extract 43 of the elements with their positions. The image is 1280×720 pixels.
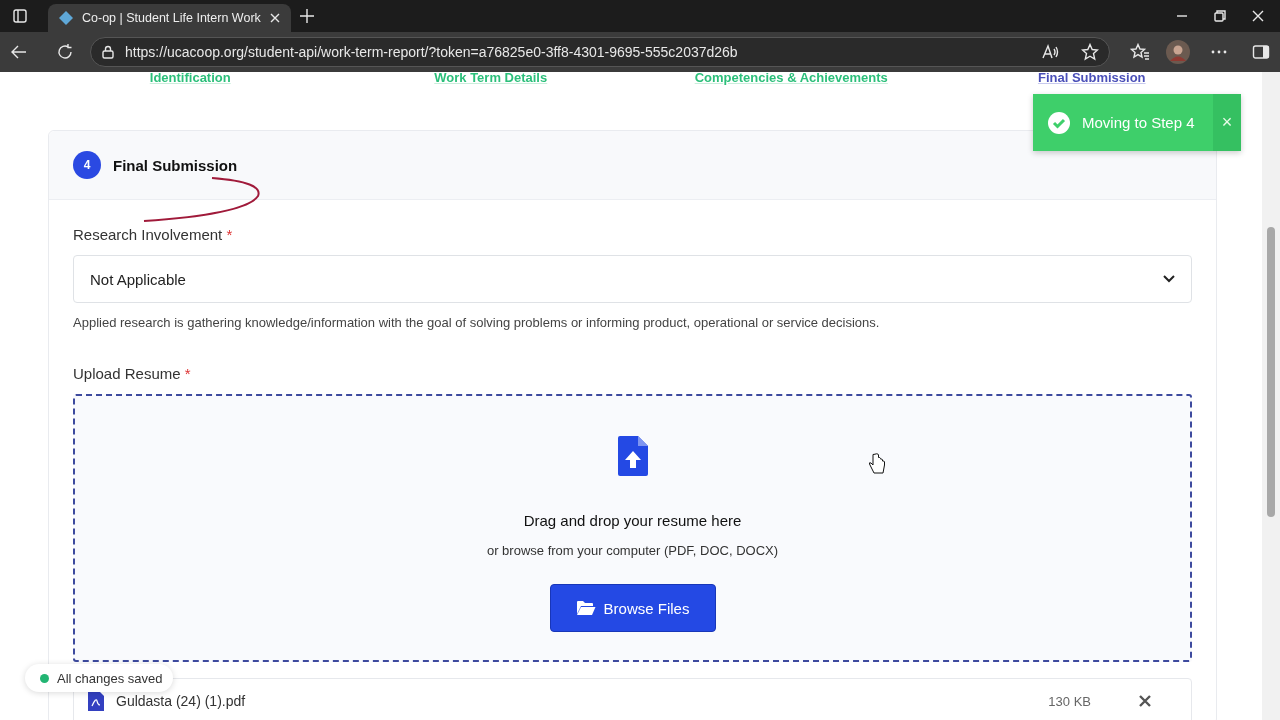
drop-prompt: Drag and drop your resume here xyxy=(523,512,742,529)
profile-avatar-icon[interactable] xyxy=(1166,40,1190,64)
restore-icon[interactable] xyxy=(1214,10,1226,22)
url-text: https://ucacoop.org/student-api/work-term-report/?token=a76825e0-3ff8-4301-9695-555c2037d26b xyxy=(125,44,739,60)
sidebar-icon[interactable] xyxy=(1252,43,1270,61)
chevron-down-icon xyxy=(1163,275,1175,283)
tab-actions-icon[interactable] xyxy=(12,8,28,24)
drop-hint: or browse from your computer (PDF, DOC, DOCX) xyxy=(486,543,779,558)
new-tab-icon[interactable] xyxy=(298,8,315,24)
toast-message: Moving to Step 4 xyxy=(1082,114,1195,131)
required-mark: * xyxy=(226,226,233,243)
field-label: Research Involvement xyxy=(73,226,223,243)
reload-icon[interactable] xyxy=(56,43,74,61)
read-aloud-icon[interactable] xyxy=(1041,43,1059,61)
star-icon[interactable] xyxy=(1081,43,1099,61)
drop-zone[interactable]: Drag and drop your resume here or browse from your computer (PDF, DOC, DOCX) Browse Files xyxy=(73,394,1192,662)
favorites-icon[interactable] xyxy=(1130,43,1150,61)
help-text: Applied research is gathering knowledge/information with the goal of solving problems or informing product, operational or service decisions. xyxy=(73,315,881,330)
site-logo-icon xyxy=(58,10,74,26)
file-size: 130 KB xyxy=(1048,693,1091,709)
check-circle-icon xyxy=(1048,111,1070,134)
tab-title: Co-op | Student Life Intern Work xyxy=(82,11,261,25)
folder-icon xyxy=(575,600,596,616)
back-icon[interactable] xyxy=(10,43,28,61)
close-icon[interactable] xyxy=(268,12,281,24)
browser-tab[interactable]: Co-op | Student Life Intern Work xyxy=(48,4,291,32)
address-bar[interactable]: https://ucacoop.org/student-api/work-term-report/?token=a76825e0-3ff8-4301-9695-555c2037d26b xyxy=(90,37,1110,67)
select-field[interactable]: Not Applicable xyxy=(73,255,1192,303)
step-tab[interactable]: Final Submission xyxy=(1037,72,1146,85)
remove-icon[interactable] xyxy=(1139,695,1151,707)
lock-icon xyxy=(101,45,115,59)
section-title: Final Submission xyxy=(113,156,238,174)
autosave-label: All changes saved xyxy=(57,670,163,686)
pointer-hand-icon xyxy=(868,453,886,475)
required-mark: * xyxy=(184,365,191,382)
file-upload-icon xyxy=(617,436,648,476)
field-label: Upload Resume xyxy=(73,365,181,382)
status-dot xyxy=(40,673,49,683)
close-icon[interactable] xyxy=(1252,10,1264,22)
step-number-badge: 4 xyxy=(73,151,101,179)
scrollbar[interactable] xyxy=(1262,72,1280,720)
file-name: Guldasta (24) (1).pdf xyxy=(116,693,247,709)
browse-files-button[interactable]: Browse Files xyxy=(549,584,716,632)
